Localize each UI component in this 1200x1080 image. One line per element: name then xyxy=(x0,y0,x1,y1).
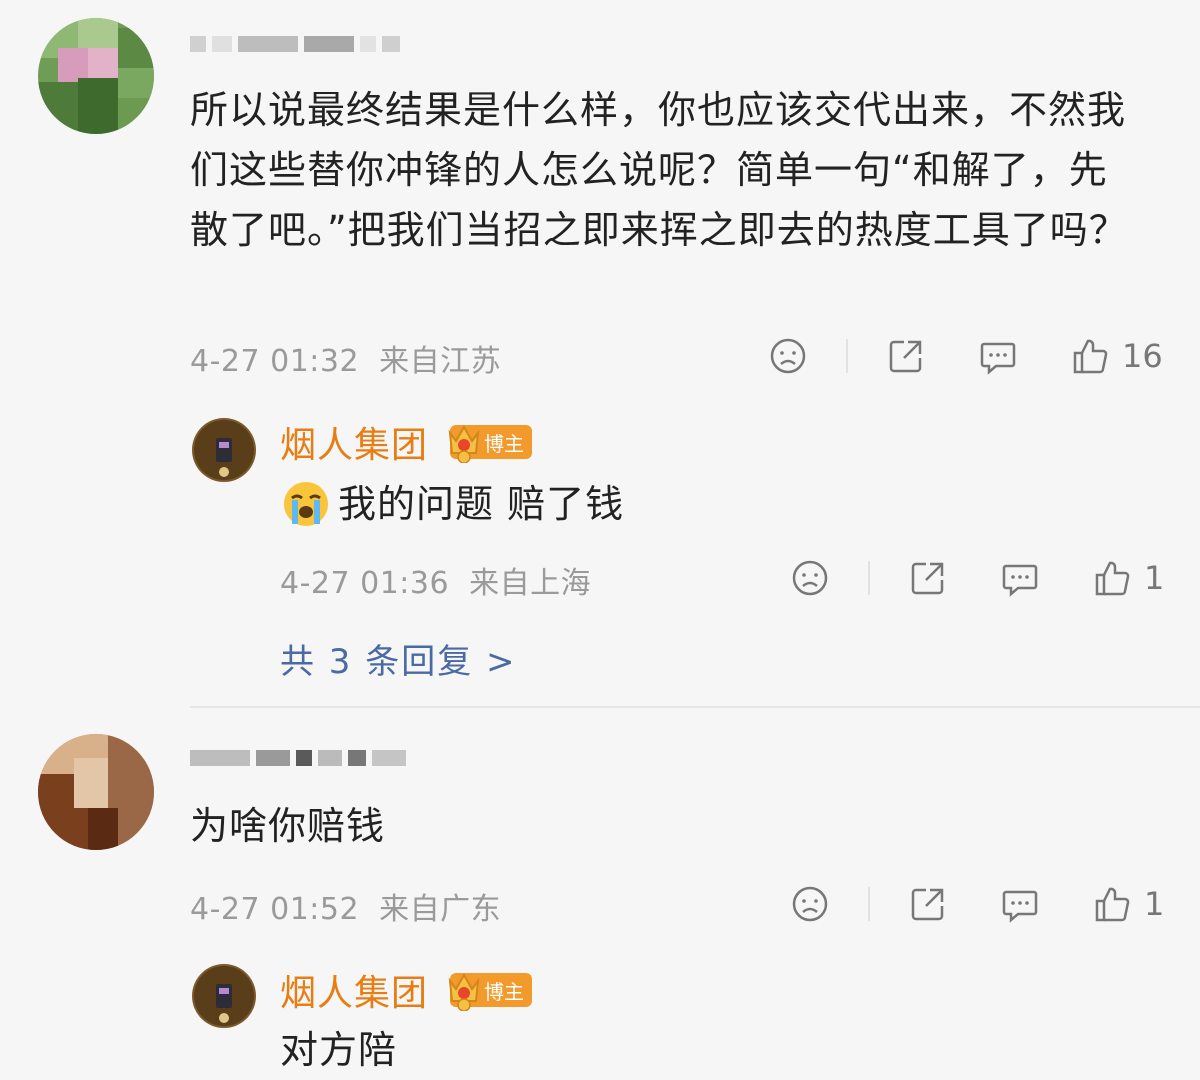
like-count: 16 xyxy=(1122,337,1163,375)
blogger-badge: 博主 xyxy=(448,424,533,463)
comment-icon[interactable] xyxy=(1000,558,1040,598)
like-count: 1 xyxy=(1144,885,1165,923)
author-header: 烟人集团 博主 xyxy=(280,416,533,468)
author-avatar[interactable] xyxy=(192,418,256,482)
badge-label: 博主 xyxy=(484,431,525,456)
avatar[interactable] xyxy=(38,18,154,134)
comment-location: 来自江苏 xyxy=(379,344,502,379)
user-name-blurred[interactable] xyxy=(190,750,406,766)
comment-text: 所以说最终结果是什么样，你也应该交代出来，不然我们这些替你冲锋的人怎么说呢？简单… xyxy=(190,88,1128,252)
view-replies-link[interactable]: 共 3 条回复 > xyxy=(280,634,517,683)
author-avatar[interactable] xyxy=(192,964,256,1028)
reply-action-bar: 1 xyxy=(790,558,1164,598)
comment-icon[interactable] xyxy=(978,336,1018,376)
avatar[interactable] xyxy=(38,734,154,850)
reply-text: 我的问题 赔了钱 xyxy=(338,482,625,526)
share-icon[interactable] xyxy=(908,884,948,924)
comment-location: 来自广东 xyxy=(379,892,502,927)
author-name[interactable]: 烟人集团 xyxy=(280,964,428,1016)
sad-face-icon[interactable] xyxy=(768,336,808,376)
sad-face-icon[interactable] xyxy=(790,884,830,924)
action-bar: 16 xyxy=(768,336,1163,376)
user-name-blurred[interactable] xyxy=(190,36,400,52)
reply-text: 对方陪 xyxy=(280,1028,398,1072)
comment-icon[interactable] xyxy=(1000,884,1040,924)
comment-time: 4-27 01:52 xyxy=(190,892,360,927)
thumbs-up-icon[interactable] xyxy=(1092,558,1132,598)
author-name[interactable]: 烟人集团 xyxy=(280,416,428,468)
comment-text: 为啥你赔钱 xyxy=(190,804,386,848)
thumbs-up-icon[interactable] xyxy=(1092,884,1132,924)
sad-face-icon[interactable] xyxy=(790,558,830,598)
comment-time: 4-27 01:32 xyxy=(190,344,360,379)
divider xyxy=(846,339,848,373)
comment-meta: 4-27 01:32 来自江苏 xyxy=(190,336,501,380)
crying-face-emoji xyxy=(282,480,330,528)
thumbs-up-icon[interactable] xyxy=(1070,336,1110,376)
reply-meta: 4-27 01:36 来自上海 xyxy=(280,558,591,602)
badge-label: 博主 xyxy=(484,979,525,1004)
crown-icon xyxy=(448,424,480,463)
divider xyxy=(868,887,870,921)
crown-icon xyxy=(448,972,480,1011)
reply-time: 4-27 01:36 xyxy=(280,566,450,601)
author-header: 烟人集团 博主 xyxy=(280,964,533,1016)
divider xyxy=(868,561,870,595)
comment-divider xyxy=(190,706,1200,708)
action-bar: 1 xyxy=(790,884,1164,924)
like-count: 1 xyxy=(1144,559,1165,597)
share-icon[interactable] xyxy=(908,558,948,598)
share-icon[interactable] xyxy=(886,336,926,376)
reply-location: 来自上海 xyxy=(469,566,592,601)
blogger-badge: 博主 xyxy=(448,972,533,1011)
reply-content: 我的问题 赔了钱 xyxy=(282,474,624,534)
comment-meta: 4-27 01:52 来自广东 xyxy=(190,884,501,928)
